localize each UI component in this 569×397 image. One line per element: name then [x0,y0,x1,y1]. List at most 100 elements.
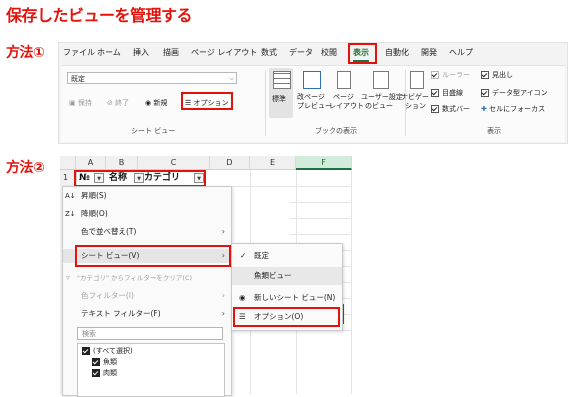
checkbox-icon [481,89,489,97]
sheet-view-combo[interactable]: 既定 ⌵ [67,72,237,84]
gridlines-label: 目盛線 [442,89,463,97]
tab-help[interactable]: ヘルプ [449,47,473,58]
tab-formulas[interactable]: 数式 [261,47,277,58]
tab-automate[interactable]: 自動化 [385,47,409,58]
filter-menu: A↓ 昇順(S) Z↓ 降順(O) 色で並べ替え(T) › シート ビュー(V)… [62,186,232,397]
eye-icon: ◉ [239,293,246,302]
focus-cell-label: セルにフォーカス [489,105,546,113]
column-header[interactable]: D [210,156,250,170]
ribbon-panel: 既定 ⌵ ▣ 保持 ⊘ 終了 ◉ 新規 ☰ オプション シート ビュー 標準 改… [61,65,565,142]
excel-ribbon: ファイル ホーム 挿入 描画 ページ レイアウト 数式 データ 校閲 表示 自動… [58,42,568,144]
new-view-button[interactable]: ◉ 新規 [145,98,167,108]
focus-cell-icon: ✚ [481,105,487,113]
sort-descending-label: 降順(O) [81,209,108,218]
navigation-icon [410,71,424,89]
submenu-new-view-item[interactable]: ◉ 新しいシート ビュー(N) [232,289,342,307]
filter-search-input[interactable]: 検索 [77,327,223,340]
new-label: 新規 [153,99,168,107]
page-break-icon [303,71,321,89]
ruler-checkbox: ルーラー [431,70,470,80]
clear-filter-label: "カテゴリ" からフィルターをクリア(C) [77,274,193,282]
page-break-preview-button[interactable]: 改ページ プレビュー [297,68,332,118]
grid-line [290,202,352,219]
eye-icon: ◉ [145,99,152,107]
grid-line [290,218,352,235]
checkbox-icon [431,89,439,97]
filter-value-label: 肉類 [103,369,117,377]
view-tab-highlight [348,43,377,64]
page-layout-label-2: レイアウト [329,102,364,110]
filter-value-item[interactable]: 魚類 [92,357,117,367]
sort-by-color-item[interactable]: 色で並べ替え(T) › [63,225,231,239]
custom-views-icon [373,71,389,89]
filter-value-label: 魚類 [103,358,117,366]
sort-descending-item[interactable]: Z↓ 降順(O) [63,207,231,221]
sheet-view-group-label: シート ビュー [131,127,176,135]
column-header[interactable]: A [76,156,106,170]
grid-line [342,234,352,251]
tab-page-layout[interactable]: ページ レイアウト [191,47,257,58]
formula-bar-label: 数式バー [442,105,470,113]
gridlines-checkbox[interactable]: 目盛線 [431,88,463,98]
header-row-highlight [74,170,206,187]
sort-descending-icon: Z↓ [65,210,76,218]
sort-ascending-label: 昇順(S) [81,191,107,200]
navigation-button[interactable]: ナビゲー ション [401,68,431,118]
clear-filter-icon: ▿ [66,273,70,282]
ruler-label: ルーラー [442,71,470,79]
tab-file[interactable]: ファイル [63,47,95,58]
checkbox-icon [82,347,90,355]
checkmark-icon: ✓ [240,251,247,260]
chevron-right-icon: › [221,291,225,300]
tab-home[interactable]: ホーム [97,47,121,58]
group-divider [265,70,266,136]
exit-label: 終了 [115,99,130,107]
color-filter-label: 色フィルター(I) [81,291,134,300]
row-number[interactable]: 1 [63,173,68,182]
navigation-label-2: ション [405,102,426,110]
column-header[interactable]: C [138,156,210,170]
column-header[interactable]: B [106,156,138,170]
grid-line [342,266,352,283]
options-highlight [181,92,233,110]
data-type-icons-label: データ型アイコン [492,89,548,97]
column-header[interactable]: E [250,156,296,170]
headings-label: 見出し [492,71,513,79]
select-all-corner[interactable] [60,156,76,170]
data-type-icons-checkbox[interactable]: データ型アイコン [481,88,548,98]
submenu-fish-view-item[interactable]: 魚類ビュー [232,267,342,285]
chevron-down-icon: ⌵ [229,75,234,82]
formula-bar-checkbox[interactable]: 数式バー [431,104,470,114]
custom-views-button[interactable]: ユーザー設定 のビュー [361,68,403,118]
grid-line [290,186,352,203]
filter-value-item[interactable]: 肉類 [92,368,117,378]
filter-value-list: (すべて選択) 魚類 肉類 [77,343,225,397]
tab-insert[interactable]: 挿入 [133,47,149,58]
method1-label: 方法① [6,45,45,61]
submenu-default-item[interactable]: ✓ 既定 [232,247,342,265]
ribbon-tabs: ファイル ホーム 挿入 描画 ページ レイアウト 数式 データ 校閲 表示 自動… [59,43,567,65]
column-header[interactable]: F [296,156,352,170]
normal-view-button[interactable]: 標準 [269,68,293,118]
tab-draw[interactable]: 描画 [163,47,179,58]
tab-review[interactable]: 校閲 [321,47,337,58]
grid-line [342,282,352,299]
checkbox-icon [431,105,439,113]
page-layout-icon [337,71,351,89]
tab-data[interactable]: データ [289,47,313,58]
checkbox-icon [92,369,100,377]
filter-value-label: (すべて選択) [93,347,133,355]
sheet-view-submenu: ✓ 既定 魚類ビュー ◉ 新しいシート ビュー(N) ☰ オプション(O) [231,243,343,331]
tab-developer[interactable]: 開発 [421,47,437,58]
focus-cell-button[interactable]: ✚ セルにフォーカス [481,104,545,114]
page-layout-view-button[interactable]: ページ レイアウト [329,68,364,118]
headings-checkbox[interactable]: 見出し [481,70,513,80]
text-filter-item[interactable]: テキスト フィルター(F) › [63,307,231,321]
submenu-new-view-label: 新しいシート ビュー(N) [254,293,336,302]
grid-line [342,250,352,267]
show-group-label: 表示 [487,127,501,135]
sort-ascending-item[interactable]: A↓ 昇順(S) [63,189,231,203]
sheet-view-combo-value: 既定 [71,75,85,83]
filter-value-select-all[interactable]: (すべて選択) [82,346,133,356]
normal-label: 標準 [272,95,286,103]
